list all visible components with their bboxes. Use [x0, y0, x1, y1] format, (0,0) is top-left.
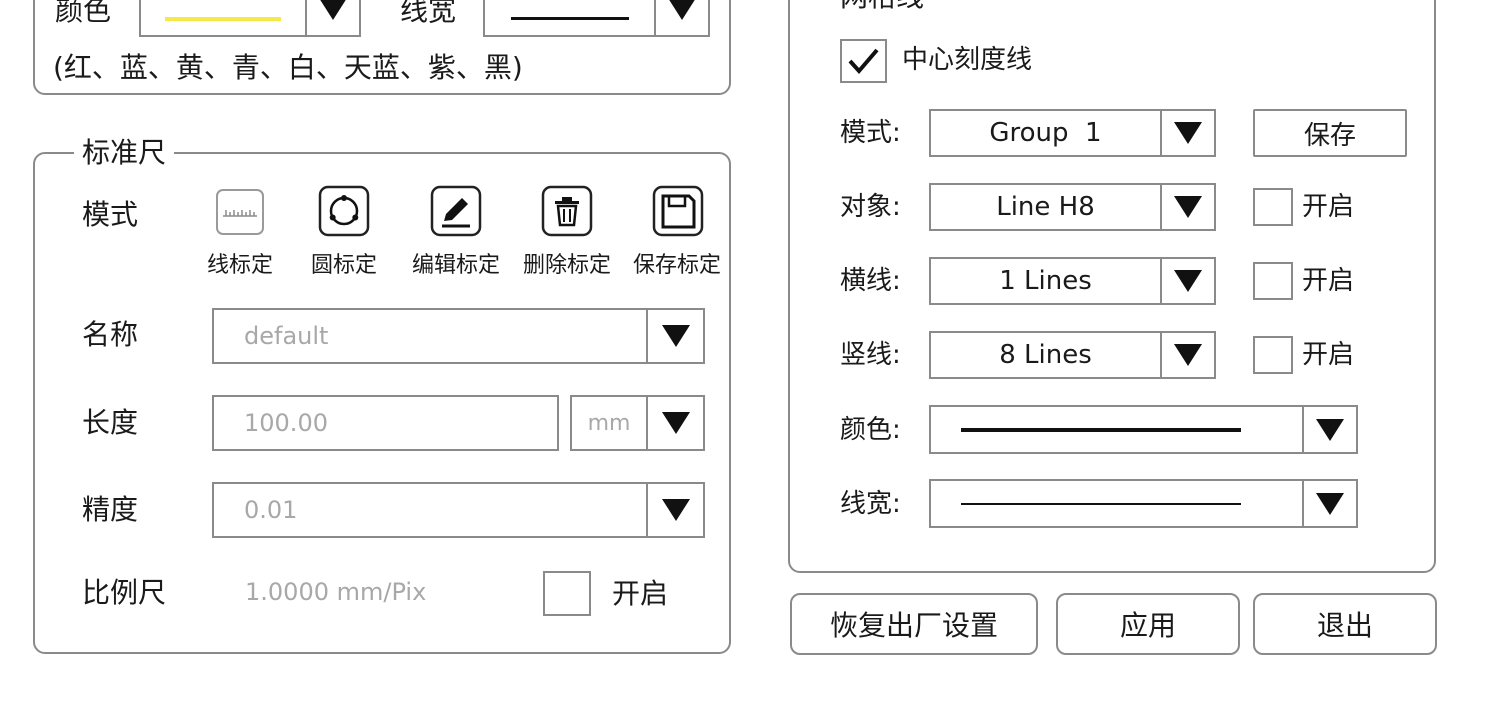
- ruler-legend: 标准尺: [74, 136, 175, 170]
- vertical-label: 竖线:: [840, 340, 901, 370]
- grid-legend: 网格线: [832, 0, 933, 14]
- precision-select[interactable]: 0.01: [212, 482, 705, 538]
- grid-save-button[interactable]: 保存: [1253, 109, 1407, 157]
- length-input[interactable]: 100.00: [212, 395, 559, 451]
- name-select[interactable]: default: [212, 308, 705, 364]
- grid-color-label: 颜色:: [840, 415, 901, 445]
- black-line-swatch: [510, 17, 629, 20]
- center-tick-checkbox[interactable]: [840, 39, 887, 83]
- tool-label-save: 保存标定: [632, 253, 721, 278]
- circle-calibrate-button[interactable]: [318, 185, 370, 237]
- grid-mode-label: 模式:: [840, 118, 901, 148]
- vertical-enable-checkbox[interactable]: [1253, 336, 1293, 374]
- circle-target-icon: [318, 185, 370, 237]
- grid-width-label: 线宽:: [840, 489, 901, 519]
- dropdown-arrow-icon[interactable]: [1302, 481, 1356, 526]
- save-calibrate-button[interactable]: [652, 185, 704, 237]
- length-unit-value: mm: [587, 410, 631, 436]
- name-value: default: [244, 322, 329, 350]
- dropdown-arrow-icon[interactable]: [646, 397, 703, 449]
- line-width-select[interactable]: [483, 0, 710, 37]
- trash-icon: [541, 185, 593, 237]
- color-hint-text: (红、蓝、黄、青、白、天蓝、紫、黑): [53, 51, 523, 84]
- scale-enable-checkbox[interactable]: [543, 571, 591, 616]
- scale-value: 1.0000 mm/Pix: [245, 578, 427, 606]
- horizontal-enable-label: 开启: [1302, 266, 1355, 296]
- dropdown-arrow-icon[interactable]: [305, 0, 359, 35]
- tool-label-circle: 圆标定: [310, 253, 377, 278]
- object-label: 对象:: [840, 192, 901, 222]
- grid-width-select[interactable]: [929, 479, 1358, 528]
- tool-label-edit: 编辑标定: [411, 253, 500, 278]
- horizontal-label: 横线:: [840, 266, 901, 296]
- color-label: 颜色: [55, 0, 112, 27]
- ruler-icon: [216, 189, 264, 235]
- black-line-swatch: [961, 502, 1241, 505]
- scale-label: 比例尺: [82, 576, 167, 609]
- dropdown-arrow-icon[interactable]: [1302, 407, 1356, 452]
- yellow-line-swatch: [165, 16, 281, 21]
- vertical-enable-label: 开启: [1302, 340, 1355, 370]
- precision-value: 0.01: [244, 496, 298, 524]
- dropdown-arrow-icon[interactable]: [1160, 185, 1214, 229]
- dropdown-arrow-icon[interactable]: [1160, 259, 1214, 303]
- object-enable-checkbox[interactable]: [1253, 188, 1293, 226]
- dropdown-arrow-icon[interactable]: [646, 484, 703, 536]
- apply-button[interactable]: 应用: [1056, 593, 1240, 655]
- grid-color-select[interactable]: [929, 405, 1358, 454]
- length-label: 长度: [82, 406, 139, 439]
- length-value: 100.00: [244, 409, 328, 437]
- color-select[interactable]: [139, 0, 361, 37]
- dropdown-arrow-icon[interactable]: [654, 0, 708, 35]
- checkmark-icon: [848, 48, 879, 75]
- black-line-swatch: [961, 427, 1241, 432]
- grid-mode-value: Group 1: [989, 118, 1102, 148]
- center-tick-label: 中心刻度线: [902, 45, 1033, 75]
- tool-label-delete: 删除标定: [522, 253, 611, 278]
- delete-calibrate-button[interactable]: [541, 185, 593, 237]
- tool-label-line: 线标定: [206, 253, 273, 278]
- dropdown-arrow-icon[interactable]: [646, 310, 703, 362]
- scale-enable-label: 开启: [612, 577, 669, 610]
- horizontal-select[interactable]: 1 Lines: [929, 257, 1216, 305]
- horizontal-value: 1 Lines: [999, 266, 1092, 296]
- exit-button[interactable]: 退出: [1253, 593, 1437, 655]
- object-enable-label: 开启: [1302, 192, 1355, 222]
- vertical-select[interactable]: 8 Lines: [929, 331, 1216, 379]
- line-calibrate-button[interactable]: [214, 187, 266, 237]
- save-disk-icon: [652, 185, 704, 237]
- length-unit-select[interactable]: mm: [570, 395, 705, 451]
- edit-calibrate-button[interactable]: [430, 185, 482, 237]
- dropdown-arrow-icon[interactable]: [1160, 333, 1214, 377]
- object-select[interactable]: Line H8: [929, 183, 1216, 231]
- vertical-value: 8 Lines: [999, 340, 1092, 370]
- precision-label: 精度: [82, 493, 139, 526]
- width-label: 线宽: [400, 0, 457, 27]
- horizontal-enable-checkbox[interactable]: [1253, 262, 1293, 300]
- factory-reset-button[interactable]: 恢复出厂设置: [790, 593, 1038, 655]
- name-label: 名称: [82, 318, 139, 351]
- object-value: Line H8: [996, 192, 1095, 222]
- dropdown-arrow-icon[interactable]: [1160, 111, 1214, 155]
- edit-pencil-icon: [430, 185, 482, 237]
- ruler-mode-label: 模式: [82, 198, 139, 231]
- grid-mode-select[interactable]: Group 1: [929, 109, 1216, 157]
